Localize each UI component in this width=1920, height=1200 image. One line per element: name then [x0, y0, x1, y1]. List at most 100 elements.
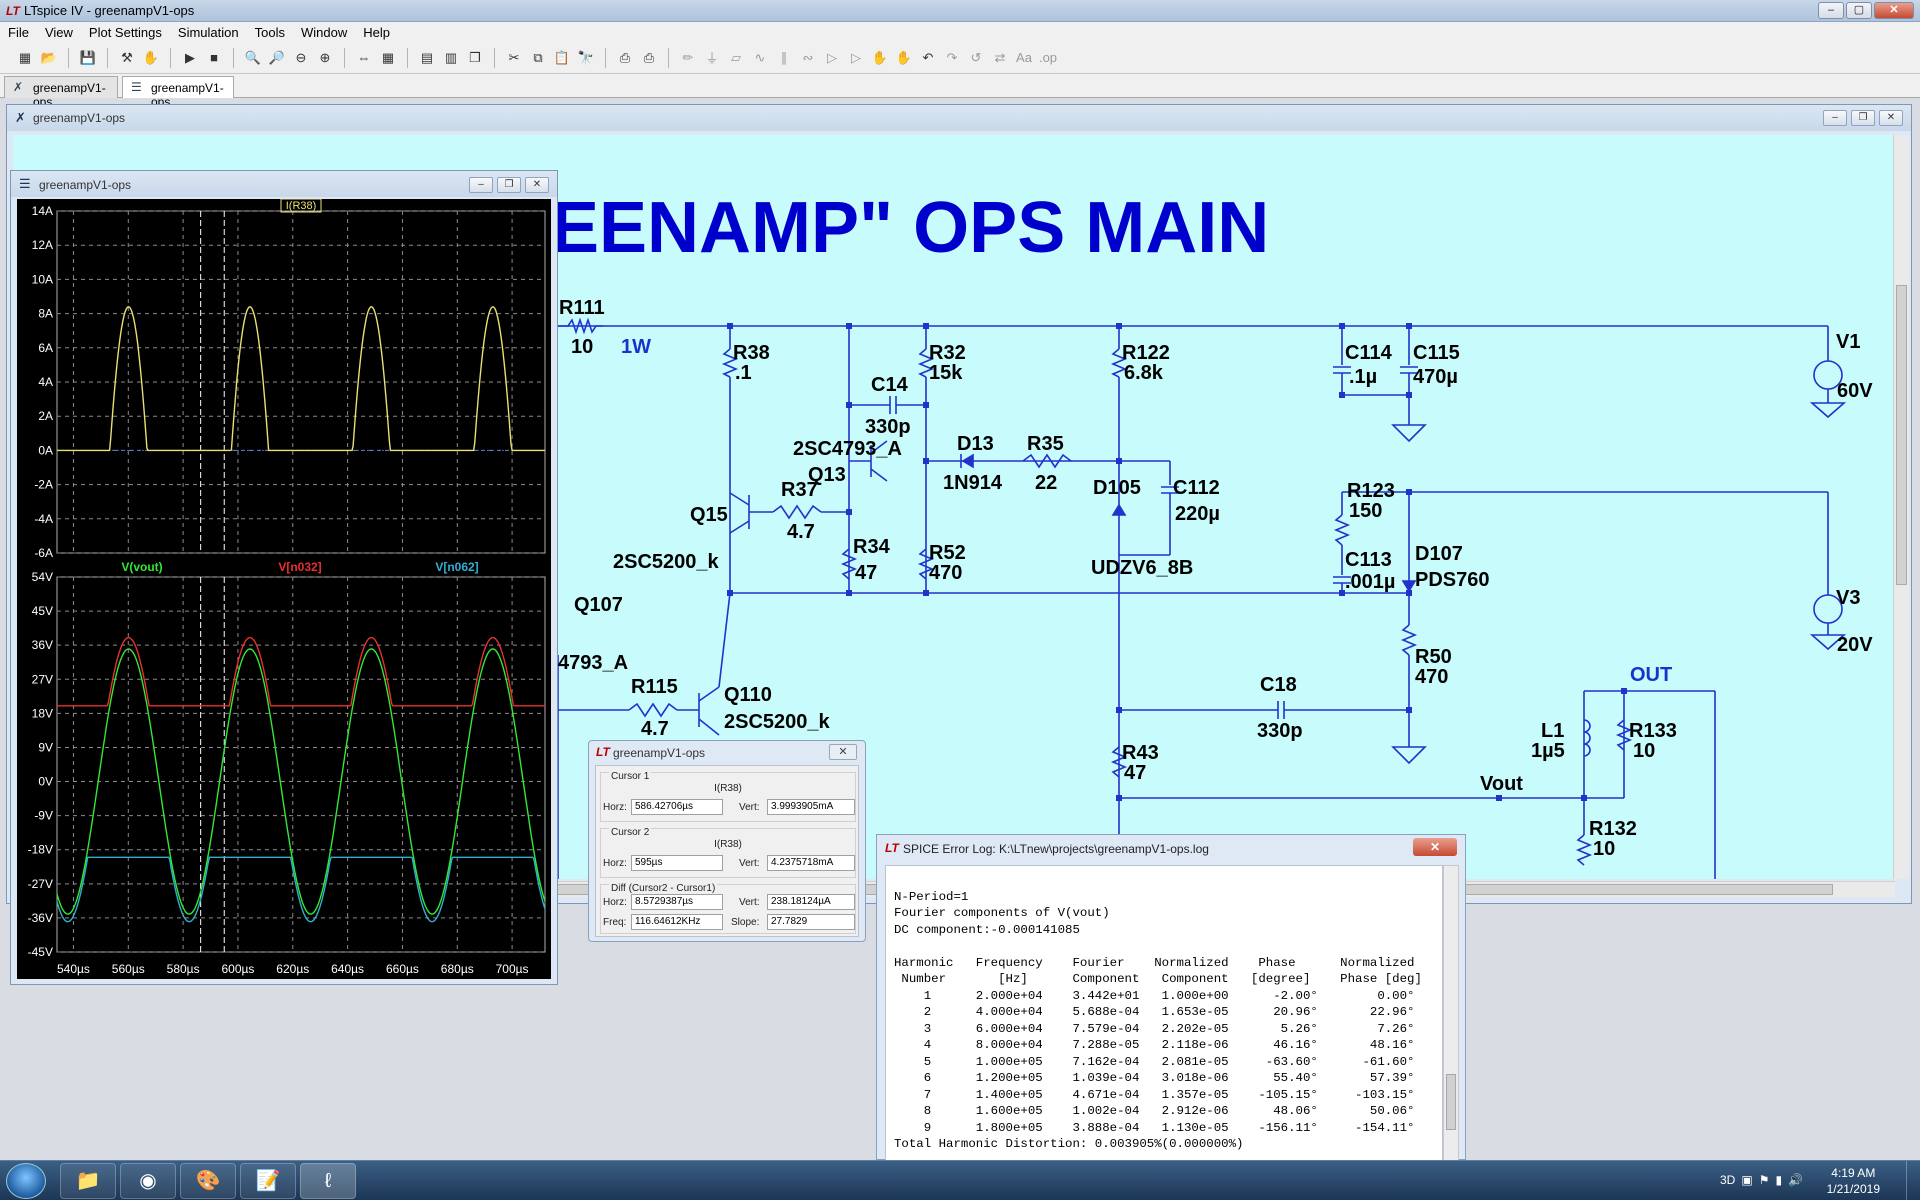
cut-icon[interactable]: ✂: [503, 47, 525, 69]
spice-directive-icon[interactable]: .op: [1037, 47, 1059, 69]
x-tick-label: 620µs: [276, 962, 309, 976]
move-icon[interactable]: ✋: [869, 47, 891, 69]
zoom-in-icon[interactable]: 🔍: [242, 47, 264, 69]
close-button[interactable]: ✕: [1879, 110, 1903, 126]
trace-i-r38: [57, 306, 545, 452]
minimize-button[interactable]: –: [1823, 110, 1847, 126]
speaker-icon[interactable]: 🔊: [1788, 1173, 1803, 1187]
undo-icon[interactable]: ↶: [917, 47, 939, 69]
find-icon[interactable]: 🔭: [575, 47, 597, 69]
y-tick-label: 27V: [32, 672, 53, 686]
zoom-out-icon[interactable]: ⊖: [290, 47, 312, 69]
redo-icon[interactable]: ↷: [941, 47, 963, 69]
inductor-icon[interactable]: ∾: [797, 47, 819, 69]
menu-view[interactable]: View: [45, 25, 73, 40]
log-text[interactable]: N-Period=1 Fourier components of V(vout) D…: [885, 865, 1443, 1161]
print-preview-icon[interactable]: ⎙: [614, 47, 636, 69]
3d-icon[interactable]: 3D: [1720, 1173, 1735, 1187]
restore-button[interactable]: ❐: [497, 177, 521, 193]
save-icon[interactable]: 💾: [77, 47, 99, 69]
tile-horizontal-icon[interactable]: ▤: [416, 47, 438, 69]
close-button[interactable]: ✕: [1874, 2, 1914, 19]
legend-v-n062[interactable]: V[n062]: [435, 560, 478, 574]
flag-icon[interactable]: ⚑: [1759, 1173, 1770, 1187]
close-button[interactable]: ✕: [525, 177, 549, 193]
label-net-icon[interactable]: ▱: [725, 47, 747, 69]
cascade-icon[interactable]: ❐: [464, 47, 486, 69]
text-icon[interactable]: Aa: [1013, 47, 1035, 69]
battery-icon[interactable]: ▮: [1775, 1173, 1782, 1187]
scroll-thumb[interactable]: [1446, 1074, 1456, 1130]
cursor1-horz-field[interactable]: 586.42706µs: [631, 799, 723, 815]
freq-field[interactable]: 116.64612KHz: [631, 914, 723, 930]
cursor2-horz-field[interactable]: 595µs: [631, 855, 723, 871]
close-button[interactable]: ✕: [829, 744, 857, 760]
zoom-fit-icon[interactable]: ⊕: [314, 47, 336, 69]
vert-label: Vert:: [739, 802, 760, 813]
menu-plot-settings[interactable]: Plot Settings: [89, 25, 162, 40]
capacitor-icon[interactable]: ∥: [773, 47, 795, 69]
cursor1-vert-field[interactable]: 3.9993905mA: [767, 799, 855, 815]
legend-v-vout[interactable]: V(vout): [121, 560, 162, 574]
minimize-button[interactable]: –: [469, 177, 493, 193]
menu-window[interactable]: Window: [301, 25, 347, 40]
label-q15: Q15: [690, 504, 728, 526]
menu-help[interactable]: Help: [363, 25, 390, 40]
control-panel-icon[interactable]: ⚒: [116, 47, 138, 69]
notepad-icon[interactable]: 📝: [240, 1163, 296, 1199]
resistor-icon[interactable]: ∿: [749, 47, 771, 69]
open-folder-icon[interactable]: 📂: [38, 47, 60, 69]
mirror-icon[interactable]: ⇄: [989, 47, 1011, 69]
menu-simulation[interactable]: Simulation: [178, 25, 239, 40]
halt-icon[interactable]: ■: [203, 47, 225, 69]
scroll-thumb[interactable]: [1896, 285, 1907, 585]
diode-icon[interactable]: ▷: [821, 47, 843, 69]
legend-v-n032[interactable]: V[n032]: [278, 560, 321, 574]
drag-icon[interactable]: ✋: [893, 47, 915, 69]
diff-vert-field[interactable]: 238.18124µA: [767, 894, 855, 910]
menu-tools[interactable]: Tools: [255, 25, 285, 40]
paste-icon[interactable]: 📋: [551, 47, 573, 69]
log-line: 3 6.000e+04 7.579e-04 2.202e-05 5.26° 7.…: [894, 1021, 1415, 1036]
ltspice-taskbar-icon[interactable]: ℓ: [300, 1163, 356, 1199]
tab-waveform[interactable]: ☰ greenampV1-ops: [122, 76, 234, 109]
tab-schematic[interactable]: ✗ greenampV1-ops: [4, 76, 118, 109]
log-vertical-scrollbar[interactable]: [1443, 865, 1459, 1161]
cursor-dialog-title: greenampV1-ops: [613, 746, 706, 760]
tile-vertical-icon[interactable]: ▥: [440, 47, 462, 69]
print-icon[interactable]: ⎙: [638, 47, 660, 69]
ground-icon[interactable]: ⏚: [701, 47, 723, 69]
minimize-button[interactable]: –: [1818, 2, 1844, 19]
component-icon[interactable]: ▷: [845, 47, 867, 69]
start-button[interactable]: [6, 1163, 46, 1199]
copy-icon[interactable]: ⧉: [527, 47, 549, 69]
clock[interactable]: 4:19 AM 1/21/2019: [1827, 1165, 1880, 1197]
legend-i-r38[interactable]: I(R38): [286, 200, 317, 212]
network-icon[interactable]: ▣: [1741, 1173, 1752, 1187]
paint-icon[interactable]: 🎨: [180, 1163, 236, 1199]
run-icon[interactable]: ▶: [179, 47, 201, 69]
cursor-lines[interactable]: [200, 211, 225, 952]
maximize-button[interactable]: ▢: [1846, 2, 1872, 19]
menu-file[interactable]: File: [8, 25, 29, 40]
draw-wire-icon[interactable]: ✏: [677, 47, 699, 69]
grid-icon[interactable]: ▦: [377, 47, 399, 69]
tray-icons: 3D ▣ ⚑ ▮ 🔊: [1720, 1173, 1803, 1187]
autorange-icon[interactable]: ⇔: [353, 47, 375, 69]
pan-hand-icon[interactable]: ✋: [140, 47, 162, 69]
new-schematic-icon[interactable]: ▦: [14, 47, 36, 69]
label-q110-model: 2SC5200_k: [724, 711, 831, 733]
zoom-area-icon[interactable]: 🔎: [266, 47, 288, 69]
diff-horz-field[interactable]: 8.5729387µs: [631, 894, 723, 910]
waveform-plots[interactable]: 14A 12A 10A 8A 6A 4A 2A 0A -2A -4A -6A 54V 45V 36V 27…: [17, 198, 551, 979]
restore-button[interactable]: ❐: [1851, 110, 1875, 126]
x-tick-label: 540µs: [57, 962, 90, 976]
cursor2-vert-field[interactable]: 4.2375718mA: [767, 855, 855, 871]
file-explorer-icon[interactable]: 📁: [60, 1163, 116, 1199]
rotate-icon[interactable]: ↺: [965, 47, 987, 69]
firefox-icon[interactable]: ◉: [120, 1163, 176, 1199]
schematic-vertical-scrollbar[interactable]: [1893, 135, 1909, 879]
close-button[interactable]: ✕: [1413, 838, 1457, 856]
slope-field[interactable]: 27.7829: [767, 914, 855, 930]
show-desktop-button[interactable]: [1906, 1161, 1920, 1200]
